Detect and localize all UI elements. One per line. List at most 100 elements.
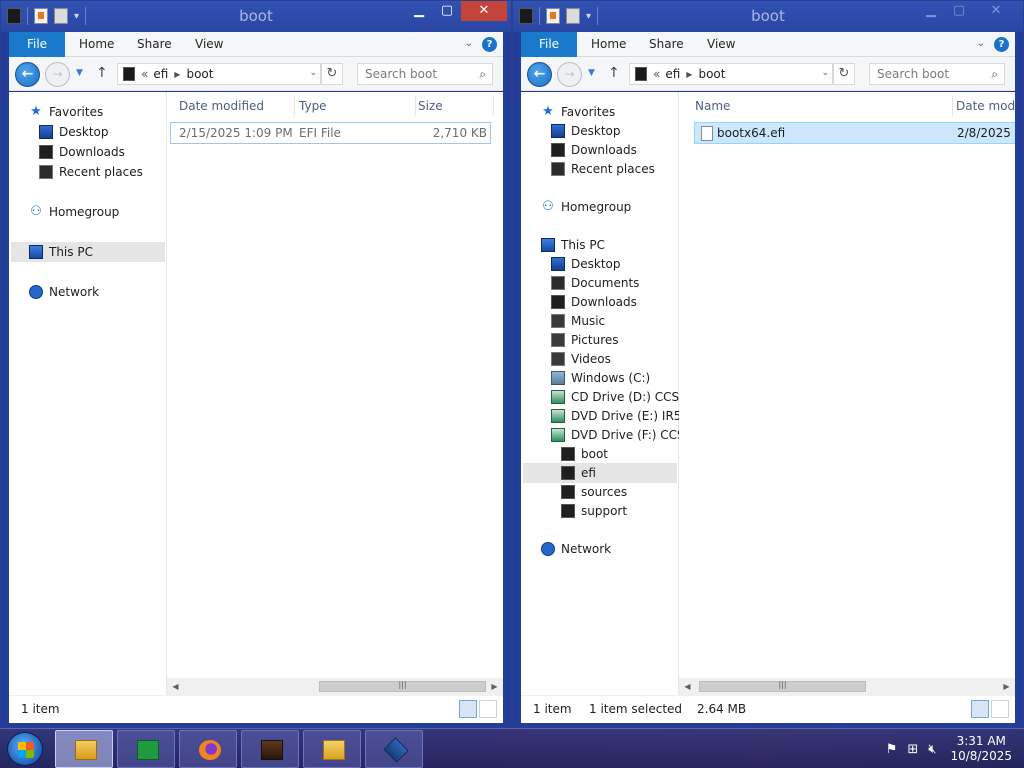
nav-windows-c[interactable]: Windows (C:) bbox=[551, 369, 650, 387]
address-dropdown-icon[interactable]: ⌄ bbox=[821, 68, 829, 78]
volume-muted-icon[interactable]: 🔇︎ bbox=[928, 742, 936, 757]
taskbar-file-explorer[interactable] bbox=[55, 730, 113, 768]
address-bar[interactable]: « efi ▶ boot ⌄ bbox=[117, 63, 321, 85]
taskbar-store[interactable] bbox=[117, 730, 175, 768]
nav-favorites[interactable]: ★ Favorites bbox=[29, 103, 103, 121]
scroll-thumb[interactable]: ||| bbox=[699, 680, 866, 692]
action-center-flag-icon[interactable]: ⚑ bbox=[886, 742, 898, 757]
nav-pc-downloads[interactable]: Downloads bbox=[551, 293, 637, 311]
nav-network[interactable]: Network bbox=[29, 283, 99, 301]
details-view-button[interactable] bbox=[971, 700, 989, 718]
up-button[interactable]: ↑ bbox=[608, 65, 620, 81]
tab-share[interactable]: Share bbox=[123, 32, 186, 57]
nav-network[interactable]: Network bbox=[541, 540, 611, 558]
forward-button[interactable]: → bbox=[557, 62, 582, 87]
nav-desktop[interactable]: Desktop bbox=[551, 122, 621, 140]
tab-share[interactable]: Share bbox=[635, 32, 698, 57]
taskbar-firefox[interactable] bbox=[179, 730, 237, 768]
refresh-button[interactable]: ↻ bbox=[321, 63, 343, 85]
column-size[interactable]: Size bbox=[418, 96, 443, 116]
minimize-button[interactable]: ▁ bbox=[405, 1, 433, 21]
breadcrumb-efi[interactable]: efi bbox=[665, 67, 680, 81]
maximize-button[interactable]: ▢ bbox=[433, 1, 461, 21]
taskbar-game[interactable] bbox=[241, 730, 299, 768]
nav-folder-sources[interactable]: sources bbox=[561, 483, 627, 501]
breadcrumb-arrow-icon[interactable]: ▶ bbox=[686, 70, 692, 79]
large-icons-view-button[interactable] bbox=[991, 700, 1009, 718]
up-button[interactable]: ↑ bbox=[96, 65, 108, 81]
taskbar-virtualbox[interactable] bbox=[365, 730, 423, 768]
nav-favorites[interactable]: ★ Favorites bbox=[541, 103, 615, 121]
breadcrumb-arrow-icon[interactable]: ▶ bbox=[174, 70, 180, 79]
scroll-thumb[interactable]: ||| bbox=[319, 680, 486, 692]
breadcrumb-boot[interactable]: boot bbox=[186, 67, 213, 81]
nav-documents[interactable]: Documents bbox=[551, 274, 639, 292]
nav-desktop[interactable]: Desktop bbox=[39, 123, 109, 141]
search-input[interactable]: Search boot ⌕ bbox=[357, 63, 493, 85]
scroll-right-icon[interactable]: ▶ bbox=[486, 678, 503, 695]
table-row[interactable]: 2/15/2025 1:09 PM EFI File 2,710 KB bbox=[170, 122, 491, 144]
tab-file[interactable]: File bbox=[9, 32, 65, 57]
nav-this-pc[interactable]: This PC bbox=[541, 236, 605, 254]
nav-downloads[interactable]: Downloads bbox=[39, 143, 125, 161]
search-icon[interactable]: ⌕ bbox=[991, 64, 998, 84]
details-view-button[interactable] bbox=[459, 700, 477, 718]
nav-dvd-drive-f[interactable]: DVD Drive (F:) CCSA_ bbox=[551, 426, 699, 444]
refresh-button[interactable]: ↻ bbox=[833, 63, 855, 85]
tab-view[interactable]: View bbox=[693, 32, 749, 57]
breadcrumb-overflow[interactable]: « bbox=[141, 67, 148, 81]
breadcrumb-efi[interactable]: efi bbox=[153, 67, 168, 81]
nav-music[interactable]: Music bbox=[551, 312, 605, 330]
column-date-modified[interactable]: Date modified bbox=[179, 96, 264, 116]
scroll-left-icon[interactable]: ◀ bbox=[167, 678, 184, 695]
back-button[interactable]: ← bbox=[527, 62, 552, 87]
nav-folder-efi[interactable]: efi bbox=[523, 463, 677, 483]
tab-home[interactable]: Home bbox=[577, 32, 640, 57]
network-status-icon[interactable]: ⊞ bbox=[907, 742, 918, 757]
nav-recent-places[interactable]: Recent places bbox=[39, 163, 143, 181]
clock[interactable]: 3:31 AM 10/8/2025 bbox=[950, 734, 1012, 764]
table-row[interactable]: bootx64.efi 2/8/2025 5:0 bbox=[694, 122, 1015, 144]
title-bar[interactable]: ▾ boot ▁ ▢ ✕ bbox=[1, 1, 511, 32]
scroll-left-icon[interactable]: ◀ bbox=[679, 678, 696, 695]
title-bar[interactable]: ▾ boot ▁ ▢ ✕ bbox=[513, 1, 1023, 32]
scroll-right-icon[interactable]: ▶ bbox=[998, 678, 1015, 695]
back-button[interactable]: ← bbox=[15, 62, 40, 87]
forward-button[interactable]: → bbox=[45, 62, 70, 87]
tab-home[interactable]: Home bbox=[65, 32, 128, 57]
help-icon[interactable]: ? bbox=[994, 37, 1009, 52]
nav-folder-boot[interactable]: boot bbox=[561, 445, 608, 463]
maximize-button[interactable]: ▢ bbox=[945, 1, 973, 21]
nav-this-pc[interactable]: This PC bbox=[11, 242, 165, 262]
nav-recent-places[interactable]: Recent places bbox=[551, 160, 655, 178]
nav-videos[interactable]: Videos bbox=[551, 350, 611, 368]
breadcrumb-boot[interactable]: boot bbox=[698, 67, 725, 81]
recent-locations-chevron-icon[interactable]: ▼ bbox=[588, 68, 595, 78]
taskbar-folders[interactable] bbox=[303, 730, 361, 768]
close-button[interactable]: ✕ bbox=[973, 1, 1019, 21]
nav-homegroup[interactable]: ⚇ Homegroup bbox=[29, 203, 119, 221]
expand-ribbon-chevron-icon[interactable]: ⌄ bbox=[465, 38, 473, 49]
expand-ribbon-chevron-icon[interactable]: ⌄ bbox=[977, 38, 985, 49]
help-icon[interactable]: ? bbox=[482, 37, 497, 52]
tab-view[interactable]: View bbox=[181, 32, 237, 57]
column-date-modified[interactable]: Date modifi bbox=[956, 96, 1015, 116]
search-icon[interactable]: ⌕ bbox=[479, 64, 486, 84]
address-bar[interactable]: « efi ▶ boot ⌄ bbox=[629, 63, 833, 85]
large-icons-view-button[interactable] bbox=[479, 700, 497, 718]
start-button[interactable] bbox=[7, 732, 43, 766]
horizontal-scrollbar[interactable]: ◀ ||| ▶ bbox=[167, 678, 503, 695]
close-button[interactable]: ✕ bbox=[461, 1, 507, 21]
nav-pc-desktop[interactable]: Desktop bbox=[551, 255, 621, 273]
minimize-button[interactable]: ▁ bbox=[917, 1, 945, 21]
horizontal-scrollbar[interactable]: ◀ ||| ▶ bbox=[679, 678, 1015, 695]
nav-homegroup[interactable]: ⚇ Homegroup bbox=[541, 198, 631, 216]
search-input[interactable]: Search boot ⌕ bbox=[869, 63, 1005, 85]
address-dropdown-icon[interactable]: ⌄ bbox=[309, 68, 317, 78]
column-name[interactable]: Name bbox=[695, 96, 730, 116]
column-type[interactable]: Type bbox=[299, 96, 327, 116]
breadcrumb-overflow[interactable]: « bbox=[653, 67, 660, 81]
nav-downloads[interactable]: Downloads bbox=[551, 141, 637, 159]
tab-file[interactable]: File bbox=[521, 32, 577, 57]
nav-folder-support[interactable]: support bbox=[561, 502, 627, 520]
